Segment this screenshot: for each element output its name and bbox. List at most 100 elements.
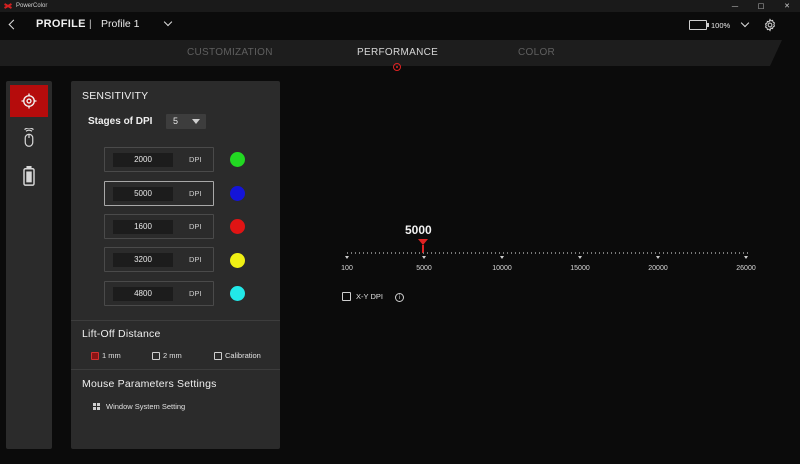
lift-off-option-1mm[interactable]: 1 mm bbox=[91, 351, 121, 360]
slider-tick bbox=[595, 252, 596, 254]
slider-tick bbox=[667, 252, 668, 254]
axis-marker bbox=[744, 256, 748, 259]
slider-tick bbox=[407, 252, 408, 254]
back-button[interactable] bbox=[6, 18, 20, 32]
dpi-value-field[interactable]: 1600 bbox=[113, 220, 173, 234]
slider-tick bbox=[647, 252, 648, 254]
dpi-stage-row[interactable]: 4800 DPI bbox=[104, 281, 214, 306]
dpi-unit: DPI bbox=[189, 222, 202, 231]
dpi-stage-row[interactable]: 2000 DPI bbox=[104, 147, 214, 172]
dpi-value-field[interactable]: 2000 bbox=[113, 153, 173, 167]
checkbox[interactable] bbox=[152, 351, 160, 360]
sidebar-item-sensitivity[interactable] bbox=[10, 85, 48, 117]
close-button[interactable]: ✕ bbox=[774, 0, 800, 12]
profile-name[interactable]: Profile 1 bbox=[101, 18, 140, 30]
dpi-stage-row[interactable]: 1600 DPI bbox=[104, 214, 214, 239]
slider-tick bbox=[651, 252, 652, 254]
dpi-color-swatch[interactable] bbox=[230, 253, 245, 268]
axis-tick-label: 100 bbox=[341, 265, 353, 272]
slider-tick bbox=[351, 252, 352, 254]
slider-tick bbox=[575, 252, 576, 254]
mouse-params-title: Mouse Parameters Settings bbox=[82, 378, 217, 390]
sidebar-item-wireless[interactable] bbox=[10, 122, 48, 154]
sensitivity-title: SENSITIVITY bbox=[82, 90, 149, 102]
axis-marker bbox=[578, 256, 582, 259]
profile-dropdown-button[interactable] bbox=[163, 17, 173, 29]
slider-tick bbox=[427, 252, 428, 254]
dpi-color-swatch[interactable] bbox=[230, 219, 245, 234]
active-tab-indicator-icon bbox=[393, 63, 401, 71]
slider-tick bbox=[395, 252, 396, 254]
minimize-button[interactable]: — bbox=[722, 0, 748, 12]
mouse-wireless-icon bbox=[24, 128, 34, 147]
window-controls: — □ ✕ bbox=[722, 0, 800, 12]
tab-color[interactable]: COLOR bbox=[518, 47, 555, 58]
tab-customization[interactable]: CUSTOMIZATION bbox=[187, 47, 273, 58]
lift-off-option-label: 1 mm bbox=[102, 351, 121, 360]
slider-tick bbox=[519, 252, 520, 254]
axis-tick-label: 20000 bbox=[648, 265, 668, 272]
dpi-color-swatch[interactable] bbox=[230, 152, 245, 167]
sidebar-item-battery[interactable] bbox=[10, 160, 48, 192]
slider-tick bbox=[475, 252, 476, 254]
checkbox[interactable] bbox=[342, 292, 351, 301]
chevron-down-icon bbox=[740, 18, 750, 28]
axis-tick-label: 5000 bbox=[416, 265, 432, 272]
dpi-color-swatch[interactable] bbox=[230, 286, 245, 301]
slider-tick bbox=[727, 252, 728, 254]
info-icon[interactable]: i bbox=[395, 293, 404, 302]
windows-system-setting-link[interactable]: Window System Setting bbox=[93, 402, 185, 411]
slider-tick bbox=[731, 252, 732, 254]
slider-tick bbox=[583, 252, 584, 254]
xy-dpi-toggle[interactable]: X-Y DPI bbox=[342, 292, 383, 301]
stages-select[interactable]: 5 bbox=[166, 114, 206, 129]
slider-tick bbox=[495, 252, 496, 254]
nav-tabs: CUSTOMIZATION PERFORMANCE COLOR bbox=[0, 40, 800, 66]
slider-tick bbox=[655, 252, 656, 254]
battery-percent: 100% bbox=[711, 21, 731, 30]
dpi-value-field[interactable]: 5000 bbox=[113, 187, 173, 201]
dpi-stage-row[interactable]: 5000 DPI bbox=[104, 181, 214, 206]
checkbox[interactable] bbox=[91, 351, 99, 360]
lift-off-option-2mm[interactable]: 2 mm bbox=[152, 351, 182, 360]
section-divider bbox=[71, 320, 280, 321]
lift-off-title: Lift-Off Distance bbox=[82, 328, 161, 340]
dpi-color-swatch[interactable] bbox=[230, 186, 245, 201]
xy-dpi-label: X-Y DPI bbox=[356, 292, 383, 301]
dpi-unit: DPI bbox=[189, 289, 202, 298]
slider-tick bbox=[399, 252, 400, 254]
slider-tick bbox=[671, 252, 672, 254]
slider-tick bbox=[375, 252, 376, 254]
device-dropdown-button[interactable] bbox=[740, 18, 750, 30]
section-divider bbox=[71, 369, 280, 370]
slider-tick bbox=[443, 252, 444, 254]
crosshair-icon bbox=[21, 93, 37, 109]
dpi-slider-track[interactable] bbox=[347, 252, 748, 255]
slider-tick bbox=[579, 252, 580, 254]
slider-tick bbox=[659, 252, 660, 254]
slider-tick bbox=[675, 252, 676, 254]
dpi-value-field[interactable]: 3200 bbox=[113, 253, 173, 267]
lift-off-option-calibration[interactable]: Calibration bbox=[214, 351, 261, 360]
slider-tick bbox=[511, 252, 512, 254]
slider-tick bbox=[483, 252, 484, 254]
slider-tick bbox=[415, 252, 416, 254]
slider-tick bbox=[387, 252, 388, 254]
slider-tick bbox=[359, 252, 360, 254]
slider-tick bbox=[391, 252, 392, 254]
dpi-stage-row[interactable]: 3200 DPI bbox=[104, 247, 214, 272]
tab-performance[interactable]: PERFORMANCE bbox=[357, 47, 438, 58]
settings-button[interactable] bbox=[763, 18, 777, 32]
checkbox[interactable] bbox=[214, 351, 222, 360]
title-bar: PowerColor — □ ✕ bbox=[0, 0, 800, 12]
sidebar-rail bbox=[6, 81, 52, 449]
dpi-value-field[interactable]: 4800 bbox=[113, 287, 173, 301]
page-title: PROFILE bbox=[36, 18, 86, 30]
slider-tick bbox=[503, 252, 504, 254]
slider-tick bbox=[527, 252, 528, 254]
dpi-unit: DPI bbox=[189, 189, 202, 198]
slider-tick bbox=[411, 252, 412, 254]
slider-tick bbox=[379, 252, 380, 254]
axis-tick-label: 26000 bbox=[736, 265, 756, 272]
maximize-button[interactable]: □ bbox=[748, 0, 774, 12]
